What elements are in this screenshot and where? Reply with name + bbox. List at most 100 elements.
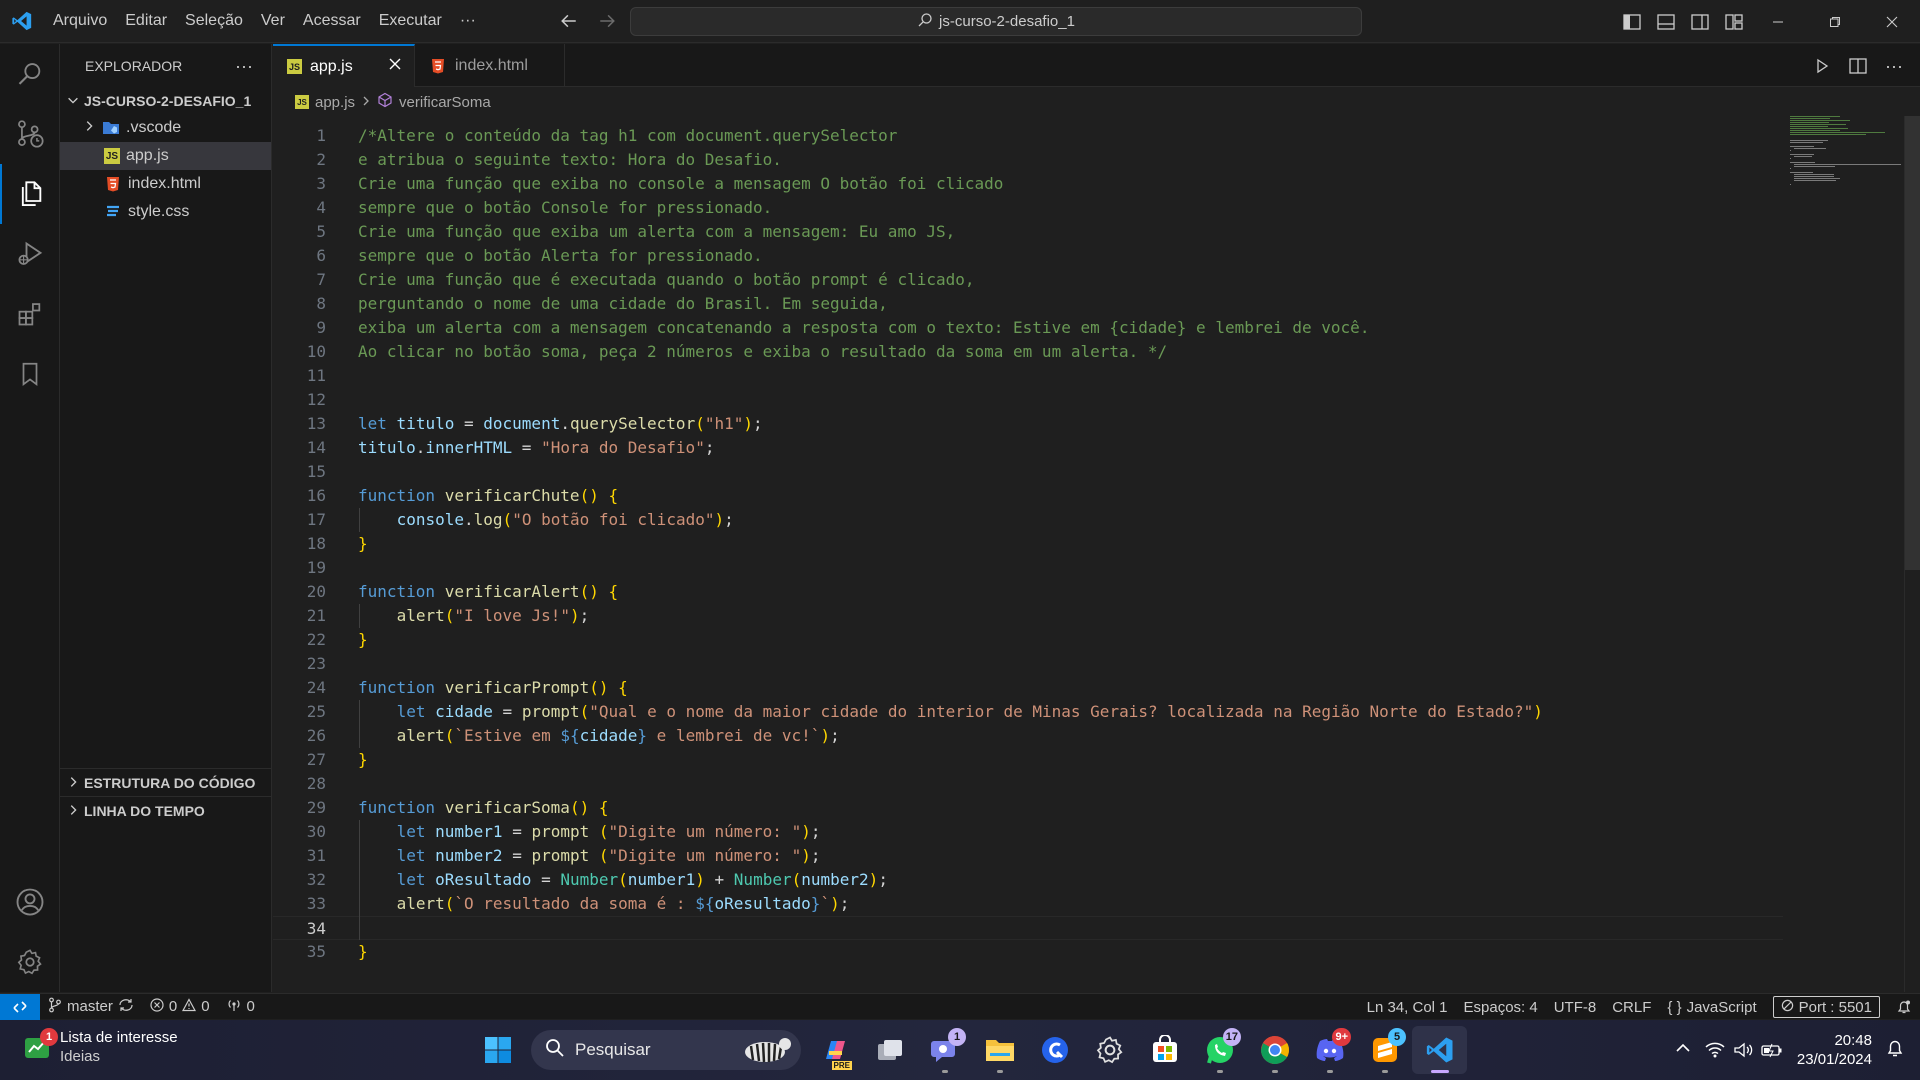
source-control-icon[interactable] <box>0 104 60 164</box>
end-of-line[interactable]: CRLF <box>1604 994 1659 1020</box>
vscode-taskbar-icon[interactable] <box>1412 1026 1467 1074</box>
code-line[interactable]: 14 titulo.innerHTML = "Hora do Desafio"; <box>273 436 1783 460</box>
code-line[interactable]: 26 alert(`Estive em ${cidade} e lembrei … <box>273 724 1783 748</box>
code-line[interactable]: 3 Crie uma função que exiba no console a … <box>273 172 1783 196</box>
account-icon[interactable] <box>0 872 60 932</box>
close-window-icon[interactable] <box>1863 0 1920 43</box>
ports-indicator[interactable]: 0 <box>218 994 263 1020</box>
code-line[interactable]: 22} <box>273 628 1783 652</box>
explorer-more-button[interactable]: ··· <box>235 56 253 77</box>
code-line[interactable]: 25 let cidade = prompt("Qual e o nome da… <box>273 700 1783 724</box>
code-line[interactable]: 11 <box>273 364 1783 388</box>
code-editor[interactable]: 1 /*Altere o conteúdo da tag h1 com docum… <box>273 116 1920 992</box>
sync-icon[interactable] <box>118 998 134 1016</box>
workspace-folder-header[interactable]: JS-CURSO-2-DESAFIO_1 <box>60 88 271 114</box>
code-line[interactable]: 4 sempre que o botão Console for pression… <box>273 196 1783 220</box>
discord-icon[interactable]: 9+ <box>1302 1026 1357 1074</box>
maximize-icon[interactable] <box>1806 0 1863 43</box>
explorer-icon[interactable] <box>0 164 60 224</box>
clock[interactable]: 20:48 23/01/2024 <box>1797 1031 1872 1069</box>
tree-item-app-js[interactable]: JS app.js <box>60 142 271 170</box>
code-line[interactable]: 33 alert(`O resultado da soma é : ${oRes… <box>273 892 1783 916</box>
close-icon[interactable] <box>388 57 402 76</box>
toggle-panel-icon[interactable] <box>1654 10 1678 34</box>
extensions-icon[interactable] <box>0 284 60 344</box>
back-arrow-icon[interactable] <box>556 8 582 34</box>
tree-item-index-html[interactable]: index.html <box>60 170 271 198</box>
bookmarks-icon[interactable] <box>0 344 60 404</box>
notification-bell-icon[interactable] <box>1886 1038 1904 1063</box>
chrome-icon[interactable] <box>1247 1026 1302 1074</box>
code-line[interactable]: 6 sempre que o botão Alerta for pressiona… <box>273 244 1783 268</box>
file-explorer-icon[interactable] <box>972 1026 1027 1074</box>
menu-acessar[interactable]: Acessar <box>294 6 370 36</box>
notifications-bell-icon[interactable] <box>1888 994 1920 1020</box>
split-editor-icon[interactable] <box>1846 54 1870 78</box>
settings-gear-icon[interactable] <box>0 932 60 992</box>
problems-indicator[interactable]: 0 0 <box>142 994 218 1020</box>
menu-more[interactable]: ··· <box>451 6 485 36</box>
code-line[interactable]: 30 let number1 = prompt ("Digite um núme… <box>273 820 1783 844</box>
remote-indicator[interactable] <box>0 993 40 1020</box>
teams-chat-icon[interactable]: 1 <box>917 1026 972 1074</box>
language-mode[interactable]: { } JavaScript <box>1659 994 1764 1020</box>
tree-item-vscode[interactable]: .vscode <box>60 114 271 142</box>
code-line[interactable]: 29 function verificarSoma() { <box>273 796 1783 820</box>
editor-scrollbar-thumb[interactable] <box>1905 116 1920 570</box>
run-icon[interactable] <box>1810 54 1834 78</box>
code-line[interactable]: 2 e atribua o seguinte texto: Hora do Des… <box>273 148 1783 172</box>
menu-executar[interactable]: Executar <box>370 6 451 36</box>
code-line[interactable]: 19 <box>273 556 1783 580</box>
code-line[interactable]: 28 <box>273 772 1783 796</box>
code-line[interactable]: 27} <box>273 748 1783 772</box>
minimize-icon[interactable] <box>1749 0 1806 43</box>
code-line[interactable]: 1 /*Altere o conteúdo da tag h1 com docum… <box>273 124 1783 148</box>
code-line[interactable]: 35} <box>273 940 1783 964</box>
code-line[interactable]: 12 <box>273 388 1783 412</box>
menu-arquivo[interactable]: Arquivo <box>44 6 116 36</box>
tab-index-html[interactable]: index.html <box>415 44 565 87</box>
code-line[interactable]: 9 exiba um alerta com a mensagem concaten… <box>273 316 1783 340</box>
minimap[interactable] <box>1790 116 1904 196</box>
code-line[interactable]: 31 let number2 = prompt ("Digite um núme… <box>273 844 1783 868</box>
encoding[interactable]: UTF-8 <box>1546 994 1605 1020</box>
menu-ver[interactable]: Ver <box>252 6 294 36</box>
code-line[interactable]: 5 Crie uma função que exiba um alerta com… <box>273 220 1783 244</box>
breadcrumb-symbol[interactable]: verificarSoma <box>399 94 491 111</box>
menu-editar[interactable]: Editar <box>116 6 176 36</box>
windows-start-icon[interactable] <box>470 1026 525 1074</box>
code-line[interactable]: 15 <box>273 460 1783 484</box>
network-volume-battery[interactable] <box>1705 1042 1783 1058</box>
widgets-button[interactable]: 1 Lista de interesse Ideias <box>22 1028 178 1066</box>
code-line[interactable]: 13 let titulo = document.querySelector("h… <box>273 412 1783 436</box>
more-actions-icon[interactable]: ··· <box>1882 54 1906 78</box>
copilot-icon[interactable]: PRE <box>807 1026 862 1074</box>
command-center[interactable]: js-curso-2-desafio_1 <box>630 7 1362 36</box>
code-line[interactable]: 16 function verificarChute() { <box>273 484 1783 508</box>
taskbar-search-box[interactable]: Pesquisar <box>531 1030 801 1070</box>
menu-selecao[interactable]: Seleção <box>176 6 252 36</box>
live-server-port[interactable]: Port : 5501 <box>1772 996 1880 1018</box>
code-line[interactable]: 10 Ao clicar no botão soma, peça 2 número… <box>273 340 1783 364</box>
code-line[interactable]: 24 function verificarPrompt() { <box>273 676 1783 700</box>
code-line[interactable]: 18} <box>273 532 1783 556</box>
indentation[interactable]: Espaços: 4 <box>1456 994 1546 1020</box>
outline-section[interactable]: ESTRUTURA DO CÓDIGO <box>60 768 272 797</box>
chevron-up-icon[interactable] <box>1675 1041 1691 1059</box>
coderabbit-icon[interactable] <box>1027 1026 1082 1074</box>
whatsapp-icon[interactable]: 17 <box>1192 1026 1247 1074</box>
task-view-icon[interactable] <box>862 1026 917 1074</box>
code-line[interactable]: 7 Crie uma função que é executada quando … <box>273 268 1783 292</box>
code-line[interactable]: 17 console.log("O botão foi clicado"); <box>273 508 1783 532</box>
customize-layout-icon[interactable] <box>1722 10 1746 34</box>
forward-arrow-icon[interactable] <box>594 8 620 34</box>
settings-gear-icon[interactable] <box>1082 1026 1137 1074</box>
search-icon[interactable] <box>0 44 60 104</box>
breadcrumb-file[interactable]: app.js <box>315 94 355 111</box>
tab-app-js[interactable]: JS app.js <box>273 44 415 87</box>
code-line[interactable]: 21 alert("I love Js!"); <box>273 604 1783 628</box>
code-line[interactable]: 34 <box>273 916 1783 940</box>
toggle-secondary-sidebar-icon[interactable] <box>1688 10 1712 34</box>
code-line[interactable]: 23 <box>273 652 1783 676</box>
code-line[interactable]: 20 function verificarAlert() { <box>273 580 1783 604</box>
